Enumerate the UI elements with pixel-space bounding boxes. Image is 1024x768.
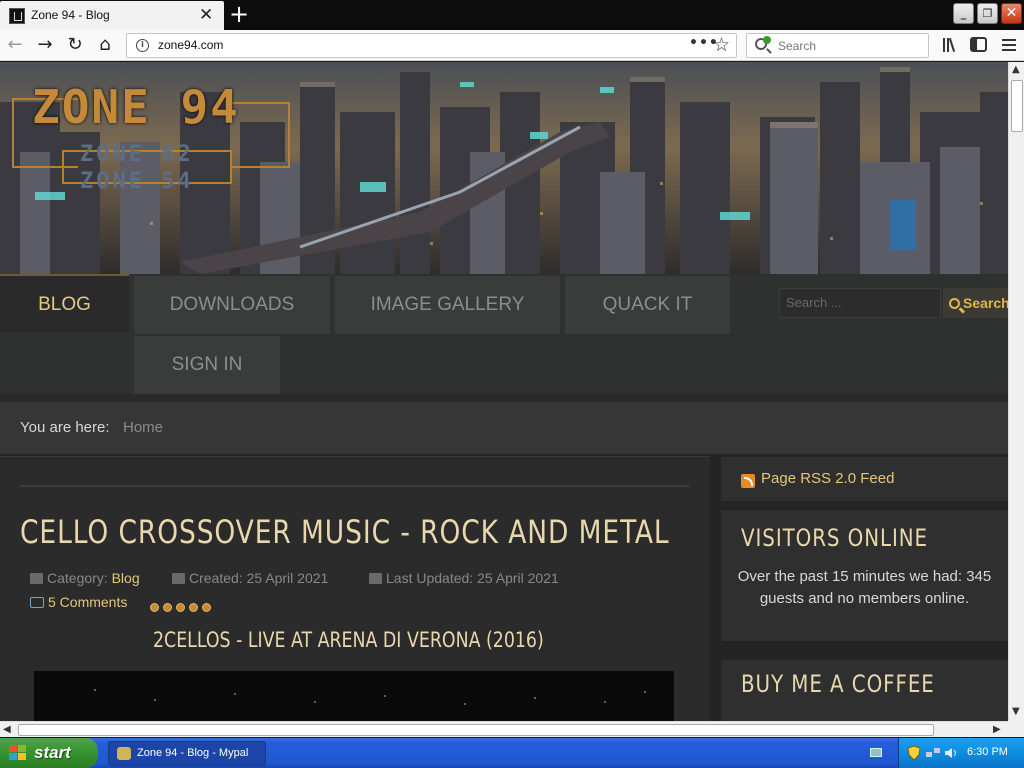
info-icon[interactable]: i	[136, 39, 149, 52]
article-updated: Last Updated: 25 April 2021	[369, 570, 559, 586]
tab-title: Zone 94 - Blog	[31, 8, 110, 22]
site-search-input[interactable]: Search ...	[779, 288, 941, 318]
scroll-right-icon[interactable]: ▶	[993, 724, 1001, 735]
category-link[interactable]: Blog	[112, 570, 140, 586]
back-arrow-icon[interactable]: ←	[4, 34, 26, 56]
browser-tab[interactable]: Zone 94 - Blog ✕	[0, 1, 224, 30]
menu-icon[interactable]	[998, 35, 1020, 55]
star-icon[interactable]	[150, 603, 159, 612]
forward-arrow-icon[interactable]: →	[34, 34, 56, 56]
sidebar-toggle-icon[interactable]	[968, 35, 990, 55]
library-icon[interactable]	[940, 35, 962, 55]
search-placeholder: Search	[778, 39, 817, 53]
menu-item-blog[interactable]: BLOG	[0, 274, 129, 332]
add-search-engine-icon	[763, 36, 771, 44]
star-icon[interactable]	[189, 603, 199, 612]
breadcrumb-home-link[interactable]: Home	[123, 419, 163, 436]
article-category: Category: Blog	[30, 570, 140, 586]
logo-subtitle: ZONE 62	[80, 142, 194, 167]
home-icon[interactable]: ⌂	[94, 34, 116, 56]
network-icon[interactable]	[925, 746, 941, 760]
minimize-button[interactable]: _	[953, 3, 974, 24]
logo-subtitle: ZONE 54	[80, 169, 194, 194]
article-created: Created: 25 April 2021	[172, 570, 328, 586]
rss-feed-link[interactable]: Page RSS 2.0 Feed	[761, 470, 894, 487]
volume-icon[interactable]	[943, 746, 959, 760]
divider	[20, 485, 689, 487]
category-label: Category:	[47, 570, 108, 586]
site-logo[interactable]: ZONE 94	[32, 80, 240, 134]
star-icon[interactable]	[176, 603, 186, 612]
address-bar[interactable]: i zone94.com ••• ☆	[126, 33, 737, 58]
menu-item-sign-in[interactable]: SIGN IN	[134, 336, 280, 394]
system-clock[interactable]: 6:30 PM	[967, 746, 1008, 758]
rss-module: Page RSS 2.0 Feed	[721, 457, 1008, 501]
rating-stars[interactable]	[150, 597, 212, 616]
comments-link[interactable]: 5 Comments	[30, 594, 127, 610]
new-tab-button[interactable]: +	[229, 1, 249, 27]
taskbar-item-browser[interactable]: Zone 94 - Blog - Mypal	[108, 741, 266, 766]
horizontal-scrollbar[interactable]: ◀ ▶	[0, 721, 1008, 737]
menu-item-downloads[interactable]: DOWNLOADS	[134, 276, 330, 334]
coffee-module: BUY ME A COFFEE	[721, 660, 1008, 721]
tab-close-icon[interactable]: ✕	[199, 5, 213, 25]
comments-count: 5 Comments	[48, 594, 128, 610]
bookmark-star-icon[interactable]: ☆	[713, 34, 730, 56]
vertical-scrollbar[interactable]: ▲ ▼	[1008, 62, 1024, 721]
scroll-down-icon[interactable]: ▼	[1012, 706, 1020, 717]
menu-item-quack-it[interactable]: QUACK IT	[565, 276, 730, 334]
web-page: ZONE 94 ZONE 62 ZONE 54 BLOG DOWNLOADS I…	[0, 62, 1008, 721]
windows-logo-icon	[9, 745, 27, 761]
header-banner: ZONE 94 ZONE 62 ZONE 54	[0, 62, 1008, 274]
scroll-corner	[1008, 721, 1024, 737]
breadcrumb: You are here: Home	[0, 394, 1008, 454]
rss-icon[interactable]	[741, 474, 755, 488]
system-tray: 6:30 PM	[898, 738, 1024, 768]
video-heading: 2CELLOS - LIVE AT ARENA DI VERONA (2016)	[153, 628, 544, 652]
restore-button[interactable]: ❐	[977, 3, 998, 24]
visitors-heading: VISITORS ONLINE	[741, 524, 929, 552]
star-icon[interactable]	[202, 603, 212, 612]
tab-strip: Zone 94 - Blog ✕ + _ ❐ ✕	[0, 0, 1024, 30]
taskbar-item-label: Zone 94 - Blog - Mypal	[137, 747, 249, 759]
visitors-module: VISITORS ONLINE Over the past 15 minutes…	[721, 510, 1008, 641]
coffee-heading: BUY ME A COFFEE	[741, 670, 935, 698]
site-search-button[interactable]: Search	[943, 288, 1008, 318]
visitors-text: Over the past 15 minutes we had: 345 gue…	[737, 568, 992, 607]
url-text[interactable]: zone94.com	[158, 38, 223, 52]
updated-date: Last Updated: 25 April 2021	[386, 570, 559, 586]
search-icon	[949, 298, 960, 309]
search-button-label: Search	[963, 295, 1008, 311]
article-title[interactable]: CELLO CROSSOVER MUSIC - ROCK AND METAL	[20, 513, 670, 551]
start-button[interactable]: start	[0, 738, 98, 768]
navigation-toolbar: ← → ↻ ⌂ i zone94.com ••• ☆ Search	[0, 30, 1024, 61]
close-window-button[interactable]: ✕	[1001, 3, 1022, 24]
scroll-left-icon[interactable]: ◀	[3, 724, 11, 735]
star-icon[interactable]	[163, 603, 173, 612]
site-favicon-icon	[9, 8, 25, 24]
calendar-icon	[369, 573, 382, 584]
menu-item-image-gallery[interactable]: IMAGE GALLERY	[335, 276, 560, 334]
main-menu: BLOG DOWNLOADS IMAGE GALLERY QUACK IT SI…	[0, 274, 1008, 394]
vertical-scroll-thumb[interactable]	[1011, 80, 1023, 132]
horizontal-scroll-thumb[interactable]	[18, 724, 934, 736]
folder-icon	[30, 573, 43, 584]
created-date: Created: 25 April 2021	[189, 570, 329, 586]
security-shield-icon[interactable]	[907, 745, 921, 761]
sidebar: Page RSS 2.0 Feed VISITORS ONLINE Over t…	[710, 454, 1008, 721]
keyboard-icon[interactable]	[870, 748, 882, 757]
breadcrumb-label: You are here:	[20, 419, 110, 436]
browser-search-input[interactable]: Search	[746, 33, 929, 58]
comment-icon	[30, 597, 44, 608]
scroll-up-icon[interactable]: ▲	[1012, 64, 1020, 75]
taskbar: start Zone 94 - Blog - Mypal 6:30 PM	[0, 738, 1024, 768]
reload-icon[interactable]: ↻	[64, 34, 86, 56]
calendar-icon	[172, 573, 185, 584]
article-area: CELLO CROSSOVER MUSIC - ROCK AND METAL C…	[0, 456, 710, 721]
embedded-video[interactable]	[34, 671, 674, 721]
mypal-app-icon	[117, 747, 131, 760]
start-label: start	[34, 743, 71, 762]
